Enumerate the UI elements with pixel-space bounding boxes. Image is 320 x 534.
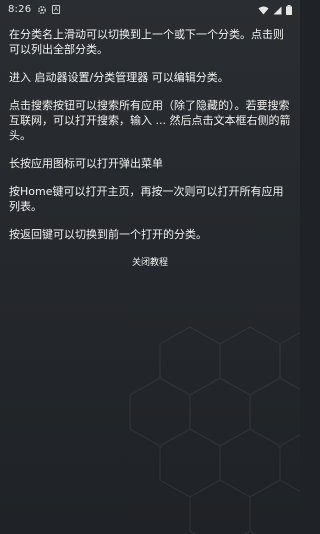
battery-icon xyxy=(286,5,292,15)
tutorial-paragraph: 长按应用图标可以打开弹出菜单 xyxy=(9,157,163,170)
gear-icon xyxy=(38,6,46,14)
close-tutorial-row: 关闭教程 xyxy=(0,250,300,271)
tutorial-paragraph: 在分类名上滑动可以切换到上一个或下一个分类。点击则可以列出全部分类。 xyxy=(9,28,284,56)
cellular-signal-icon xyxy=(273,6,282,14)
tutorial-screen: 8:26 A 在分类名上滑动可以切换到上一个或下一个分类。点击则可以列出全部分类… xyxy=(0,0,300,534)
status-time: 8:26 xyxy=(8,4,32,15)
tutorial-paragraph: 按返回键可以切换到前一个打开的分类。 xyxy=(9,228,207,241)
wifi-icon xyxy=(258,6,269,14)
status-bar: 8:26 A xyxy=(0,0,300,22)
status-indicators xyxy=(258,5,292,15)
tutorial-paragraph: 按Home键可以打开主页，再按一次则可以打开所有应用列表。 xyxy=(9,185,284,213)
tutorial-paragraph: 点击搜索按钮可以搜索所有应用（除了隐藏的）。若要搜索互联网，可以打开搜索，输入 … xyxy=(9,99,291,142)
close-tutorial-button[interactable]: 关闭教程 xyxy=(126,252,174,271)
tutorial-content: 在分类名上滑动可以切换到上一个或下一个分类。点击则可以列出全部分类。 进入 启动… xyxy=(9,27,291,255)
accessibility-a-icon: A xyxy=(52,5,60,14)
tutorial-paragraph: 进入 启动器设置/分类管理器 可以编辑分类。 xyxy=(9,71,229,84)
hexagon-pattern-background xyxy=(129,326,300,534)
